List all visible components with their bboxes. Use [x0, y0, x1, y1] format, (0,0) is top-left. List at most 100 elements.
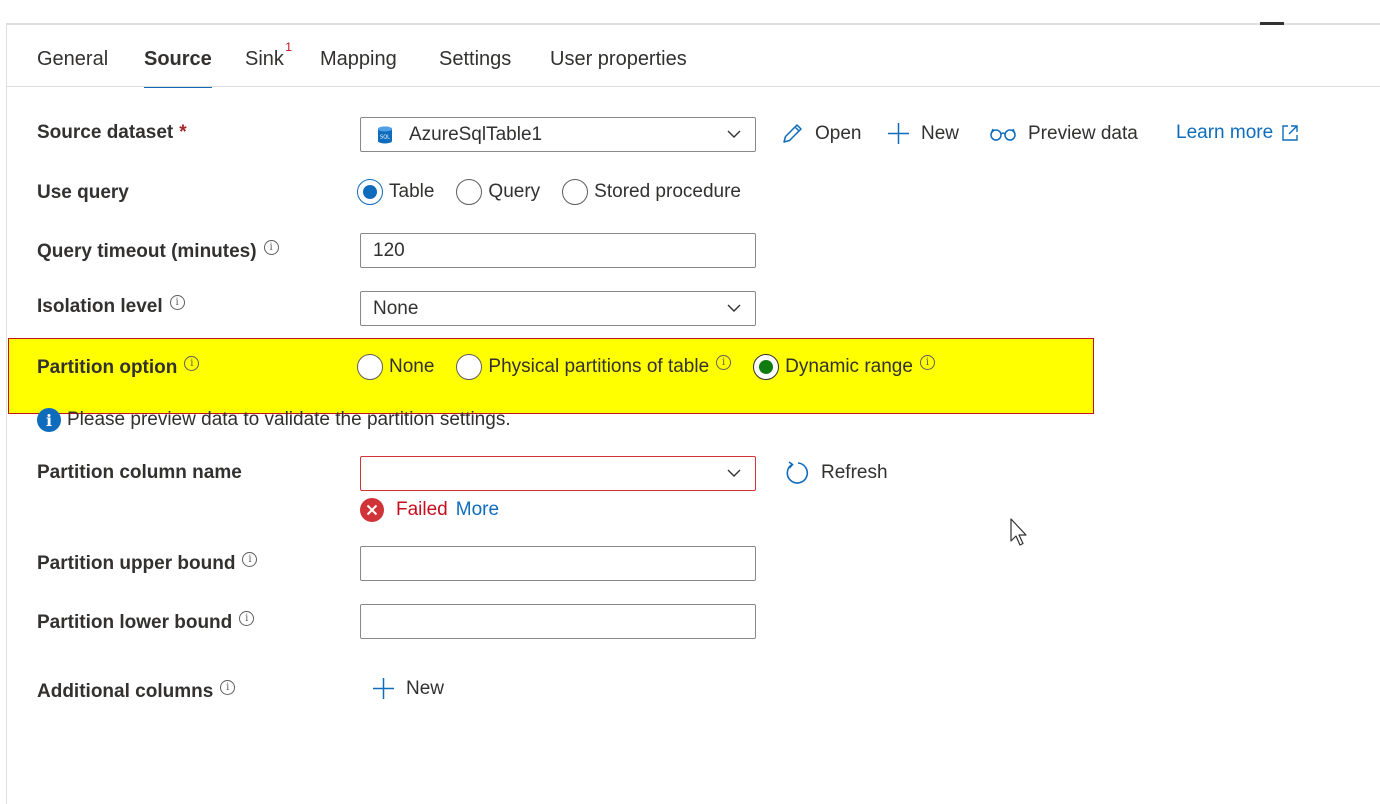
- tab-user-properties[interactable]: User properties: [550, 48, 687, 88]
- refresh-icon: [786, 461, 809, 484]
- dropdown-value: None: [373, 297, 419, 319]
- top-indicator: [1260, 22, 1284, 25]
- info-icon[interactable]: i: [220, 679, 236, 695]
- message-text: Please preview data to validate the part…: [67, 409, 511, 430]
- info-icon[interactable]: i: [263, 239, 279, 255]
- label-text: Partition upper bound: [37, 553, 236, 574]
- radio-circle: [753, 354, 780, 380]
- radio-circle: [357, 354, 383, 380]
- label-text: Additional columns: [37, 681, 214, 702]
- query-timeout-input[interactable]: 120: [360, 233, 756, 268]
- radio-circle: [456, 179, 483, 205]
- tab-label: General: [37, 48, 109, 70]
- partition-column-dropdown[interactable]: [360, 456, 756, 491]
- tab-sink[interactable]: Sink 1: [245, 40, 292, 88]
- additional-columns-label: Additional columns i: [37, 679, 236, 703]
- upper-bound-input[interactable]: [360, 546, 756, 581]
- error-more-link[interactable]: More: [456, 499, 499, 521]
- pencil-icon: [783, 124, 802, 143]
- upper-bound-label: Partition upper bound i: [37, 551, 258, 575]
- label-text: Query timeout (minutes): [37, 241, 257, 262]
- tab-general[interactable]: General: [37, 48, 108, 88]
- radio-label: Stored procedure: [594, 181, 741, 202]
- radio-label: Dynamic range: [785, 356, 913, 377]
- refresh-button[interactable]: Refresh: [785, 460, 888, 486]
- button-label: Refresh: [821, 462, 888, 483]
- input-value: 120: [373, 239, 405, 261]
- glasses-icon: [990, 128, 1016, 141]
- dropdown-value: AzureSqlTable1: [409, 123, 543, 145]
- chevron-down-icon: [727, 130, 741, 138]
- svg-text:SQL: SQL: [380, 134, 390, 140]
- tab-label: Settings: [439, 48, 512, 70]
- radio-label: Physical partitions of table: [488, 356, 710, 377]
- tab-label: Sink: [245, 48, 284, 70]
- label-text: Partition lower bound: [37, 612, 233, 633]
- radio-dynamic-range[interactable]: Dynamic range i: [753, 354, 935, 380]
- tab-label: Source: [144, 48, 212, 70]
- info-icon[interactable]: i: [242, 551, 258, 567]
- link-label: Learn more: [1176, 122, 1274, 143]
- radio-label: None: [389, 356, 435, 377]
- tab-label: Mapping: [320, 48, 397, 70]
- add-column-button[interactable]: New: [371, 676, 444, 701]
- button-label: New: [406, 677, 445, 699]
- error-text: Failed: [396, 499, 448, 520]
- plus-icon: [888, 123, 909, 144]
- info-icon[interactable]: i: [169, 294, 185, 310]
- partition-option-radio-group: None Physical partitions of table i Dynam…: [357, 354, 957, 380]
- button-label: Open: [815, 122, 862, 144]
- tab-mapping[interactable]: Mapping: [320, 48, 397, 88]
- error-icon: [360, 498, 384, 522]
- partition-option-label: Partition option i: [37, 355, 200, 379]
- required-mark: *: [179, 122, 187, 143]
- label-text: Partition column name: [37, 462, 242, 483]
- radio-circle: [357, 179, 383, 205]
- use-query-label: Use query: [37, 182, 129, 204]
- button-label: Preview data: [1028, 122, 1138, 144]
- info-icon[interactable]: i: [239, 610, 255, 626]
- external-link-icon: [1282, 125, 1298, 141]
- plus-icon: [373, 678, 394, 699]
- info-icon[interactable]: i: [184, 355, 200, 371]
- partition-column-label: Partition column name: [37, 462, 242, 484]
- label-text: Use query: [37, 182, 129, 203]
- source-dataset-dropdown[interactable]: SQL AzureSqlTable1: [360, 117, 756, 152]
- radio-table[interactable]: Table: [357, 179, 434, 205]
- partition-column-error: Failed More: [360, 498, 499, 522]
- tab-source[interactable]: Source: [144, 48, 212, 88]
- radio-physical-partitions[interactable]: Physical partitions of table i: [456, 354, 732, 380]
- info-icon[interactable]: i: [716, 354, 732, 370]
- left-border: [6, 24, 7, 804]
- chevron-down-icon: [727, 469, 741, 477]
- preview-data-button[interactable]: Preview data: [988, 121, 1138, 146]
- button-label: New: [921, 122, 960, 144]
- info-icon[interactable]: i: [919, 354, 935, 370]
- tab-label: User properties: [550, 48, 687, 70]
- radio-label: Table: [389, 181, 435, 202]
- tab-settings[interactable]: Settings: [439, 48, 511, 88]
- label-text: Isolation level: [37, 296, 163, 317]
- tabs-divider: [6, 86, 1380, 87]
- lower-bound-input[interactable]: [360, 604, 756, 639]
- learn-more-link[interactable]: Learn more: [1176, 122, 1309, 144]
- info-filled-icon: i: [37, 408, 61, 432]
- radio-stored-procedure[interactable]: Stored procedure: [562, 179, 741, 205]
- radio-circle: [562, 179, 589, 205]
- label-text: Source dataset: [37, 122, 174, 143]
- use-query-radio-group: Table Query Stored procedure: [357, 179, 763, 205]
- error-count-badge: 1: [285, 40, 292, 54]
- label-text: Partition option: [37, 357, 178, 378]
- new-dataset-button[interactable]: New: [886, 121, 959, 146]
- partition-info-message: i Please preview data to validate the pa…: [37, 408, 511, 432]
- radio-query[interactable]: Query: [456, 179, 540, 205]
- open-button[interactable]: Open: [780, 121, 861, 146]
- top-border: [6, 23, 1380, 25]
- isolation-level-dropdown[interactable]: None: [360, 291, 756, 326]
- radio-label: Query: [488, 181, 541, 202]
- radio-partition-none[interactable]: None: [357, 354, 434, 380]
- mouse-cursor-icon: [1010, 518, 1027, 546]
- chevron-down-icon: [727, 304, 741, 312]
- isolation-level-label: Isolation level i: [37, 294, 185, 318]
- sql-database-icon: SQL: [378, 126, 392, 143]
